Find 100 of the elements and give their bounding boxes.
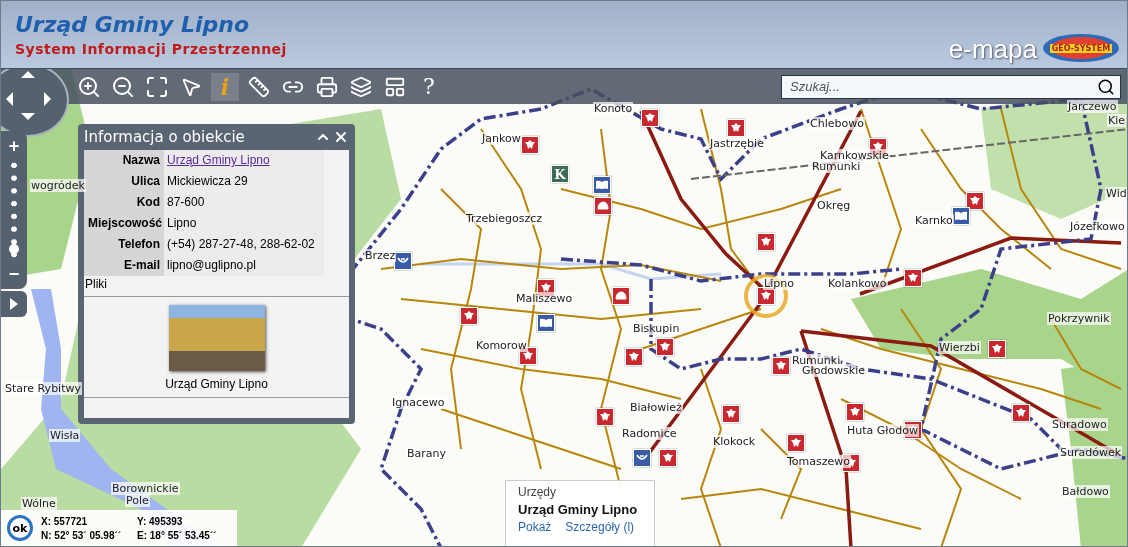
place-label: Ignacewo (391, 396, 446, 409)
eagle-emblem-marker-icon[interactable] (656, 338, 674, 356)
place-label: Radomice (621, 427, 678, 440)
place-label: Suradówek (1059, 446, 1123, 459)
place-label: Borownickie (111, 482, 180, 495)
zoom-slider-thumb[interactable] (9, 243, 19, 254)
helmet-marker-icon[interactable] (612, 287, 630, 305)
place-label: Pokrzywnik (1047, 312, 1111, 325)
search-icon[interactable] (1097, 77, 1115, 96)
play-icon (10, 298, 18, 310)
place-label: Pole (125, 494, 150, 507)
place-label: Komorow (475, 339, 528, 352)
field-label: Kod (84, 192, 164, 213)
field-label: E-mail (84, 255, 164, 276)
field-value: Mickiewicza 29 (164, 171, 324, 192)
place-label: Józefkowo (1069, 220, 1126, 233)
eagle-emblem-marker-icon[interactable] (521, 136, 539, 154)
field-label: Ulica (84, 171, 164, 192)
place-label: Trzebiegoszcz (465, 212, 543, 225)
place-label: Rumunki (811, 160, 862, 173)
photo-placeholder[interactable] (168, 305, 265, 371)
place-label: Wierzbi (938, 341, 981, 354)
field-label: Miejscowość (84, 213, 164, 234)
layers-icon (350, 75, 372, 98)
place-label: Barany (406, 447, 448, 460)
place-label: Bałdowo (1061, 485, 1110, 498)
printer-icon (316, 75, 338, 98)
place-label: Klokock (712, 435, 757, 448)
eagle-emblem-marker-icon[interactable] (722, 405, 740, 423)
logo-text: GEO-SYSTEM (1049, 43, 1113, 53)
eagle-emblem-marker-icon[interactable] (757, 233, 775, 251)
eagle-emblem-marker-icon[interactable] (625, 348, 643, 366)
files-label: Pliki (84, 276, 349, 297)
question-mark-icon: ? (423, 74, 435, 99)
eagle-emblem-marker-icon[interactable] (460, 307, 478, 325)
info-icon: i (220, 73, 230, 100)
zoom-in-icon (77, 74, 101, 99)
popup-link[interactable]: Szczegóły (l) (565, 520, 635, 534)
place-label: Konoto (593, 102, 634, 115)
post-horn-marker-icon[interactable] (633, 449, 651, 467)
letter-marker-icon[interactable]: K (551, 165, 569, 183)
place-label: Suradowo (1051, 418, 1108, 431)
eagle-emblem-marker-icon[interactable] (904, 269, 922, 287)
book-marker-icon[interactable] (593, 176, 611, 194)
popup-category: Urzędy (518, 485, 557, 499)
eagle-emblem-marker-icon[interactable] (787, 434, 805, 452)
field-label: Nazwa (84, 150, 164, 171)
zoom-in-button[interactable]: + (4, 137, 24, 155)
eagle-emblem-marker-icon[interactable] (846, 403, 864, 421)
place-label: Jastrzębie (709, 137, 765, 150)
eagle-emblem-marker-icon[interactable] (641, 109, 659, 127)
longitude: E: 18° 55´ 53.45´´ (137, 529, 218, 541)
place-label: Okręg (816, 199, 852, 212)
field-value: Lipno (164, 213, 324, 234)
book-marker-icon[interactable] (537, 314, 555, 332)
brand-name: e-mapa (948, 36, 1037, 62)
search-field[interactable]: Szukaj... (781, 74, 1121, 99)
place-label: wogródek (30, 179, 86, 192)
zoom-slider-track[interactable] (10, 159, 18, 261)
place-label: Kie (1107, 114, 1127, 127)
place-label: Brzez (364, 249, 397, 262)
post-horn-marker-icon[interactable] (394, 252, 412, 270)
layout-icon (384, 75, 406, 98)
place-label: Stare Rybitwy (4, 382, 82, 395)
coordinate-x: X: 557721 (41, 515, 89, 527)
panel-title: Informacja o obiekcie (84, 128, 245, 146)
app-title: Urząd Gminy Lipno (15, 12, 251, 37)
photo-caption: Urząd Gminy Lipno (165, 377, 268, 391)
field-label: Telefon (84, 234, 164, 255)
popup-link[interactable]: Pokaż (518, 520, 552, 534)
place-label: Huta Głodow (846, 424, 919, 437)
ok-button[interactable]: ok (7, 515, 33, 541)
close-icon[interactable] (333, 129, 349, 145)
app-subtitle: System Informacji Przestrzennej (15, 41, 287, 57)
place-label: Tomaszewo (786, 455, 852, 468)
place-label: Jankow (481, 132, 522, 145)
field-value: lipno@uglipno.pl (164, 255, 324, 276)
place-label: Białowież (629, 401, 683, 414)
place-label: Wisła (49, 429, 81, 442)
zoom-out-icon (111, 74, 135, 99)
popup-title: Urząd Gminy Lipno (518, 502, 639, 517)
ruler-icon (248, 75, 270, 98)
place-label: Jarczewo (1067, 100, 1118, 113)
eagle-emblem-marker-icon[interactable] (966, 192, 984, 210)
expand-button[interactable] (1, 291, 27, 317)
eagle-emblem-marker-icon[interactable] (659, 449, 677, 467)
latitude: N: 52° 53´ 05.98´´ (41, 529, 123, 541)
eagle-emblem-marker-icon[interactable] (1012, 404, 1030, 422)
full-extent-icon (145, 74, 169, 99)
eagle-emblem-marker-icon[interactable] (727, 119, 745, 137)
helmet-marker-icon[interactable] (594, 197, 612, 215)
place-label: Wid (1105, 187, 1127, 200)
eagle-emblem-marker-icon[interactable] (988, 340, 1006, 358)
field-value: 87-600 (164, 192, 324, 213)
eagle-emblem-marker-icon[interactable] (596, 408, 614, 426)
help-button[interactable]: ? (415, 72, 443, 101)
zoom-out-button[interactable]: − (4, 265, 24, 283)
book-marker-icon[interactable] (952, 207, 970, 225)
coordinate-y: Y: 495393 (137, 515, 184, 527)
eagle-emblem-marker-icon[interactable] (772, 357, 790, 375)
